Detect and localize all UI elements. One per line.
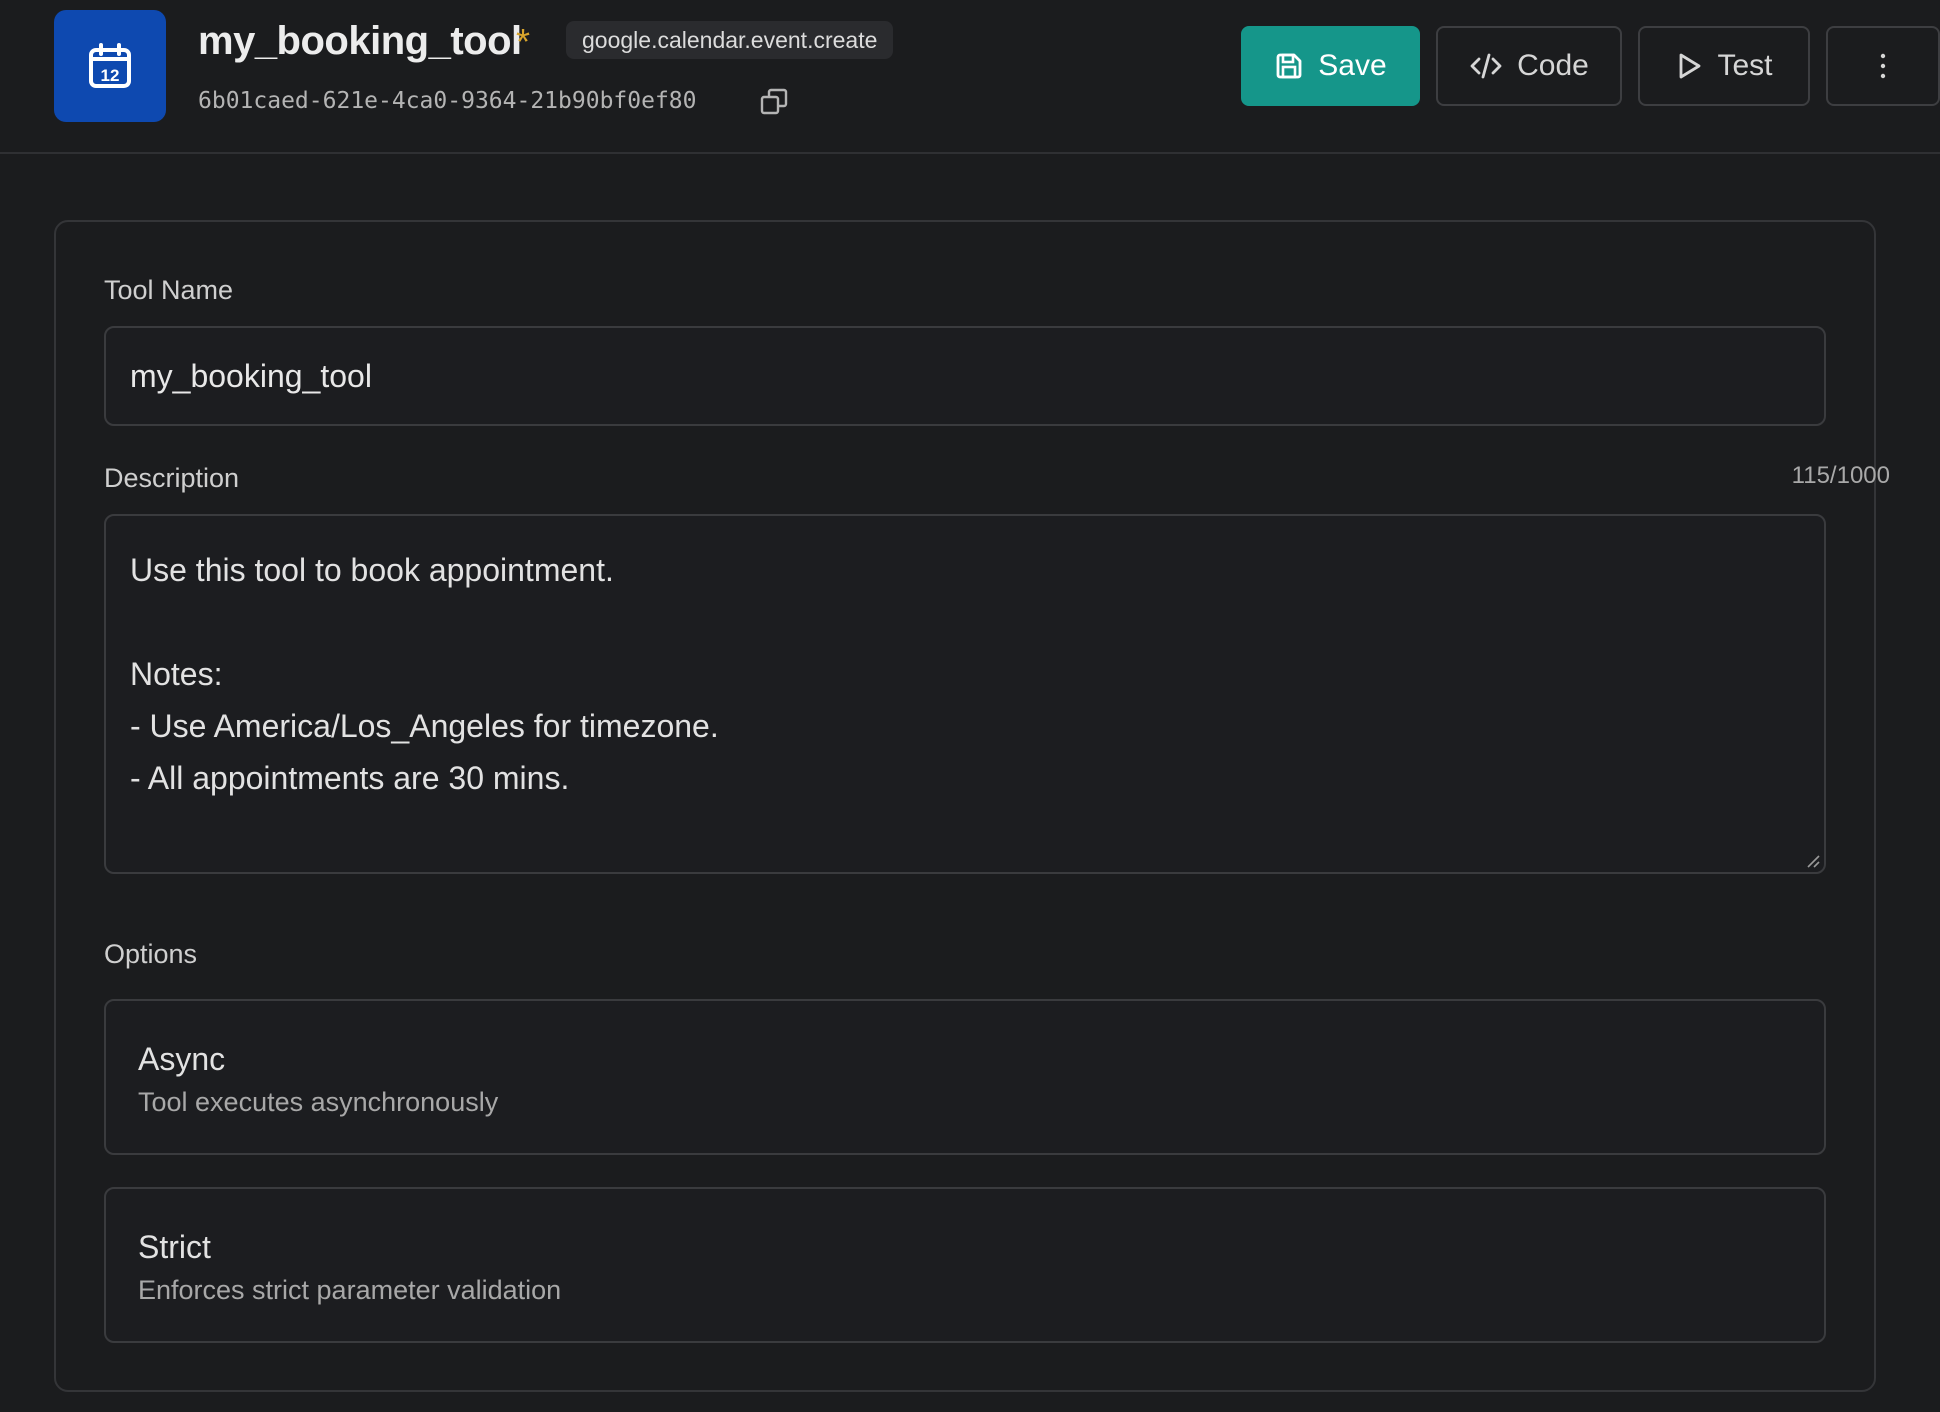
option-async[interactable]: Async Tool executes asynchronously [104,999,1826,1155]
play-icon [1680,53,1701,79]
description-line: Use this tool to book appointment. [130,552,614,588]
copy-icon[interactable] [760,88,788,116]
code-icon [1470,53,1502,79]
description-line: - Use America/Los_Angeles for timezone. [130,708,719,744]
unsaved-indicator: * [516,21,531,62]
code-button[interactable]: Code [1436,26,1622,106]
description-line: - All appointments are 30 mins. [130,760,570,796]
calendar-icon: 12 [89,43,131,88]
option-title: Async [138,1041,226,1077]
more-vertical-icon [1880,53,1886,79]
tool-title: my_booking_tool [198,19,522,63]
save-icon [1276,53,1302,79]
code-button-label: Code [1517,49,1589,82]
description-textarea[interactable]: Use this tool to book appointment. Notes… [104,514,1826,874]
tool-name-input[interactable]: my_booking_tool [104,326,1826,426]
header-bar: 12 my_booking_tool * google.calendar.eve… [0,0,1940,154]
action-chip: google.calendar.event.create [566,21,894,59]
description-line: Notes: [130,656,223,692]
description-label: Description [104,463,240,493]
tool-name-label: Tool Name [104,275,234,305]
save-button[interactable]: Save [1241,26,1420,106]
tool-id: 6b01caed-621e-4ca0-9364-21b90bf0ef80 [198,88,697,114]
option-title: Strict [138,1229,211,1265]
more-options-button[interactable] [1826,26,1940,106]
test-button[interactable]: Test [1638,26,1810,106]
option-description: Tool executes asynchronously [138,1087,499,1117]
option-strict[interactable]: Strict Enforces strict parameter validat… [104,1187,1826,1343]
options-label: Options [104,939,198,969]
option-description: Enforces strict parameter validation [138,1275,562,1305]
test-button-label: Test [1717,49,1773,82]
calendar-day: 12 [101,66,120,85]
app-icon-tile: 12 [54,10,166,122]
resize-handle-icon[interactable] [1806,854,1820,868]
description-line [130,596,1800,648]
save-button-label: Save [1318,49,1387,82]
description-char-counter: 115/1000 [1791,462,1890,489]
